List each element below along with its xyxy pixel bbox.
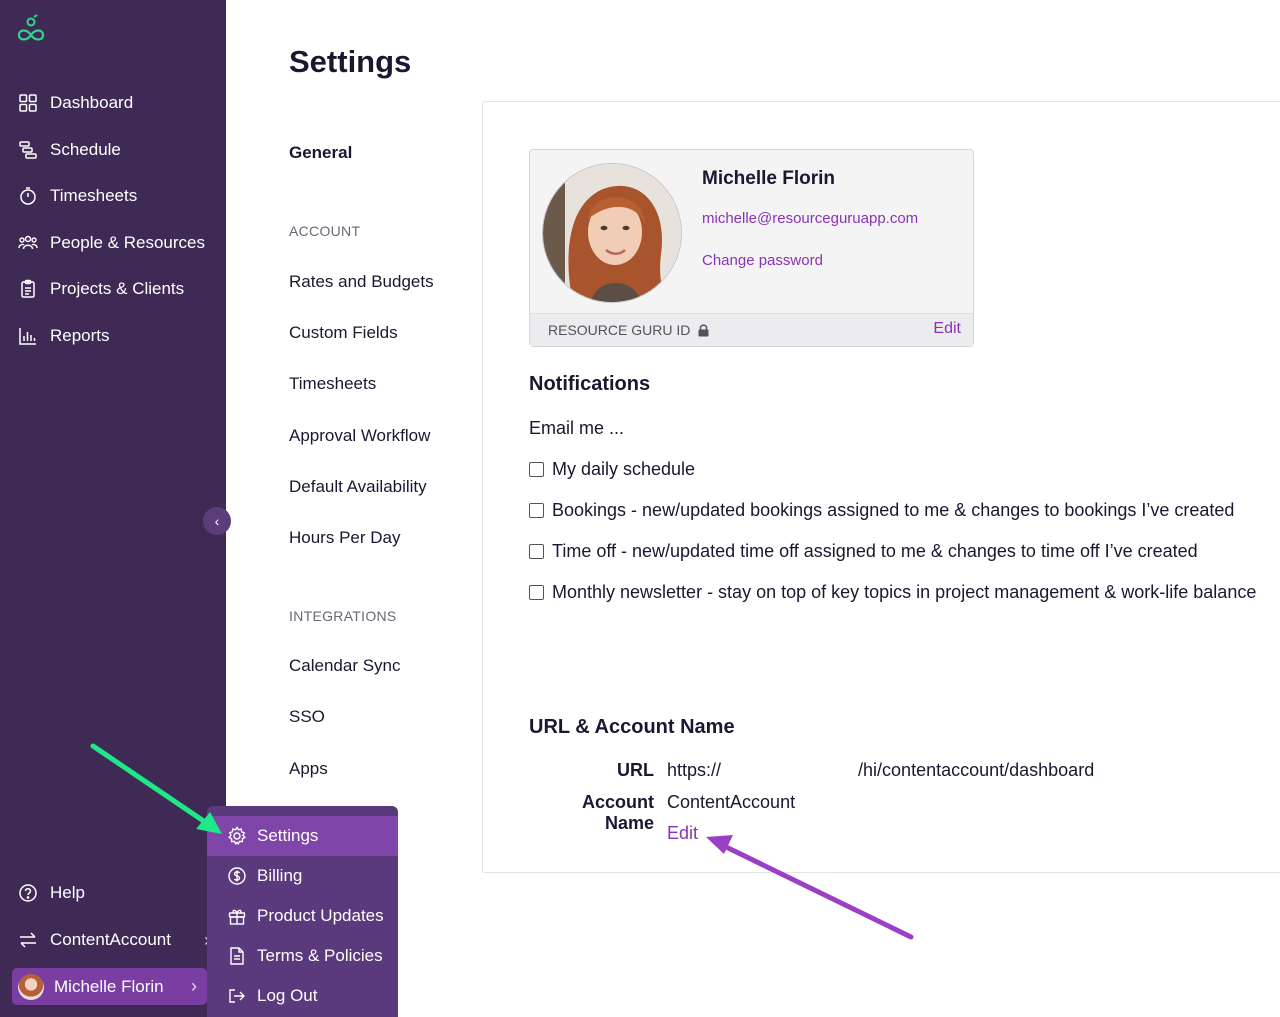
sidebar-item-people-resources[interactable]: People & Resources xyxy=(18,229,205,257)
resource-guru-id-text: RESOURCE GURU ID xyxy=(548,322,691,338)
avatar[interactable] xyxy=(542,163,682,303)
url-suffix: /hi/contentaccount/dashboard xyxy=(858,760,1095,780)
menu-item-terms-policies[interactable]: Terms & Policies xyxy=(207,936,398,976)
profile-name: Michelle Florin xyxy=(702,168,836,189)
menu-item-label: Settings xyxy=(257,826,319,845)
subnav-item-default-availability[interactable]: Default Availability xyxy=(289,477,427,497)
user-menu-button[interactable]: Michelle Florin › xyxy=(12,968,207,1005)
notification-option-newsletter[interactable]: Monthly newsletter - stay on top of key … xyxy=(529,582,1256,603)
checkbox-label: Bookings - new/updated bookings assigned… xyxy=(552,500,1235,520)
switch-arrows-icon xyxy=(20,932,36,948)
subnav-item-custom-fields[interactable]: Custom Fields xyxy=(289,323,398,343)
bar-chart-icon xyxy=(19,328,36,345)
sidebar: Dashboard Schedule Timesheets People & R… xyxy=(0,0,226,1017)
checkbox-label: Time off - new/updated time off assigned… xyxy=(552,541,1198,561)
logo-icon[interactable] xyxy=(16,14,46,44)
sidebar-item-label: Schedule xyxy=(50,140,121,159)
notification-option-daily-schedule[interactable]: My daily schedule xyxy=(529,459,695,480)
dashboard-icon xyxy=(19,94,37,112)
menu-item-log-out[interactable]: Log Out xyxy=(207,976,398,1016)
menu-item-settings[interactable]: Settings xyxy=(207,816,398,856)
menu-item-label: Terms & Policies xyxy=(257,946,383,965)
chevron-right-icon: › xyxy=(191,976,197,996)
checkbox[interactable] xyxy=(529,585,544,600)
stopwatch-icon xyxy=(20,187,36,205)
logout-icon xyxy=(229,989,245,1003)
subnav-heading-account: ACCOUNT xyxy=(289,223,361,239)
collapse-sidebar-button[interactable]: ‹ xyxy=(203,507,231,535)
menu-item-label: Product Updates xyxy=(257,906,384,925)
sidebar-item-label: Help xyxy=(50,883,85,902)
sidebar-item-label: Dashboard xyxy=(50,93,134,112)
url-prefix: https:// xyxy=(667,760,722,780)
notifications-title: Notifications xyxy=(529,373,651,395)
url-edit-link[interactable]: Edit xyxy=(667,823,698,844)
subnav-item-general[interactable]: General xyxy=(289,143,352,163)
dollar-icon xyxy=(228,867,246,885)
url-value: https:// /hi/contentaccount/dashboard xyxy=(667,760,1094,781)
menu-item-billing[interactable]: Billing xyxy=(207,856,398,896)
user-name-label: Michelle Florin xyxy=(54,976,164,996)
subnav-item-apps[interactable]: Apps xyxy=(289,759,328,779)
profile-card: Michelle Florin michelle@resourceguruapp… xyxy=(529,149,974,347)
avatar xyxy=(18,973,44,1000)
gear-icon xyxy=(228,826,246,846)
checkbox[interactable] xyxy=(529,503,544,518)
clipboard-icon xyxy=(21,279,35,298)
sidebar-item-label: Timesheets xyxy=(50,186,138,205)
sidebar-item-reports[interactable]: Reports xyxy=(18,322,110,350)
sidebar-item-help[interactable]: Help xyxy=(18,879,85,907)
account-switcher[interactable]: ContentAccount › xyxy=(18,926,218,954)
schedule-icon xyxy=(19,141,37,159)
menu-item-label: Log Out xyxy=(257,986,318,1005)
sidebar-item-label: Reports xyxy=(50,326,110,345)
subnav-item-calendar-sync[interactable]: Calendar Sync xyxy=(289,656,401,676)
menu-item-label: Billing xyxy=(257,866,303,885)
help-icon xyxy=(19,884,37,902)
notification-option-bookings[interactable]: Bookings - new/updated bookings assigned… xyxy=(529,500,1234,521)
lock-icon xyxy=(698,324,709,336)
checkbox-label: Monthly newsletter - stay on top of key … xyxy=(552,582,1257,602)
document-icon xyxy=(230,947,244,965)
email-me-label: Email me ... xyxy=(529,418,625,438)
notification-option-time-off[interactable]: Time off - new/updated time off assigned… xyxy=(529,541,1198,562)
subnav-item-approval-workflow[interactable]: Approval Workflow xyxy=(289,426,430,446)
account-name-value: ContentAccount xyxy=(667,792,796,812)
user-popup-menu: Settings Billing Product Updates Terms &… xyxy=(207,806,398,1017)
subnav-heading-integrations: INTEGRATIONS xyxy=(289,608,397,624)
gift-icon xyxy=(228,909,246,925)
account-name-label: Account Name xyxy=(582,792,654,833)
sidebar-item-label: People & Resources xyxy=(50,233,205,252)
sidebar-item-schedule[interactable]: Schedule xyxy=(18,136,121,164)
account-name-label: ContentAccount xyxy=(50,930,171,949)
subnav-item-hours-per-day[interactable]: Hours Per Day xyxy=(289,528,400,548)
url-label: URL xyxy=(617,760,654,780)
people-icon xyxy=(18,235,38,250)
chevron-left-icon: ‹ xyxy=(214,513,220,529)
page-title: Settings xyxy=(289,44,412,79)
profile-card-footer: RESOURCE GURU ID Edit xyxy=(530,313,973,346)
change-password-link[interactable]: Change password xyxy=(702,252,823,269)
profile-photo xyxy=(543,164,681,302)
sidebar-item-timesheets[interactable]: Timesheets xyxy=(18,182,137,210)
sidebar-item-projects-clients[interactable]: Projects & Clients xyxy=(18,275,184,303)
profile-email-link[interactable]: michelle@resourceguruapp.com xyxy=(702,210,918,227)
subnav-item-sso[interactable]: SSO xyxy=(289,707,325,727)
menu-item-product-updates[interactable]: Product Updates xyxy=(207,896,398,936)
subnav-item-rates-budgets[interactable]: Rates and Budgets xyxy=(289,272,434,292)
checkbox[interactable] xyxy=(529,544,544,559)
resource-guru-id-label: RESOURCE GURU ID xyxy=(548,322,709,338)
sidebar-item-label: Projects & Clients xyxy=(50,279,185,298)
url-account-title: URL & Account Name xyxy=(529,716,735,738)
checkbox-label: My daily schedule xyxy=(552,459,696,479)
checkbox[interactable] xyxy=(529,462,544,477)
subnav-item-timesheets[interactable]: Timesheets xyxy=(289,374,376,394)
profile-edit-link[interactable]: Edit xyxy=(933,320,961,338)
sidebar-item-dashboard[interactable]: Dashboard xyxy=(18,89,133,117)
